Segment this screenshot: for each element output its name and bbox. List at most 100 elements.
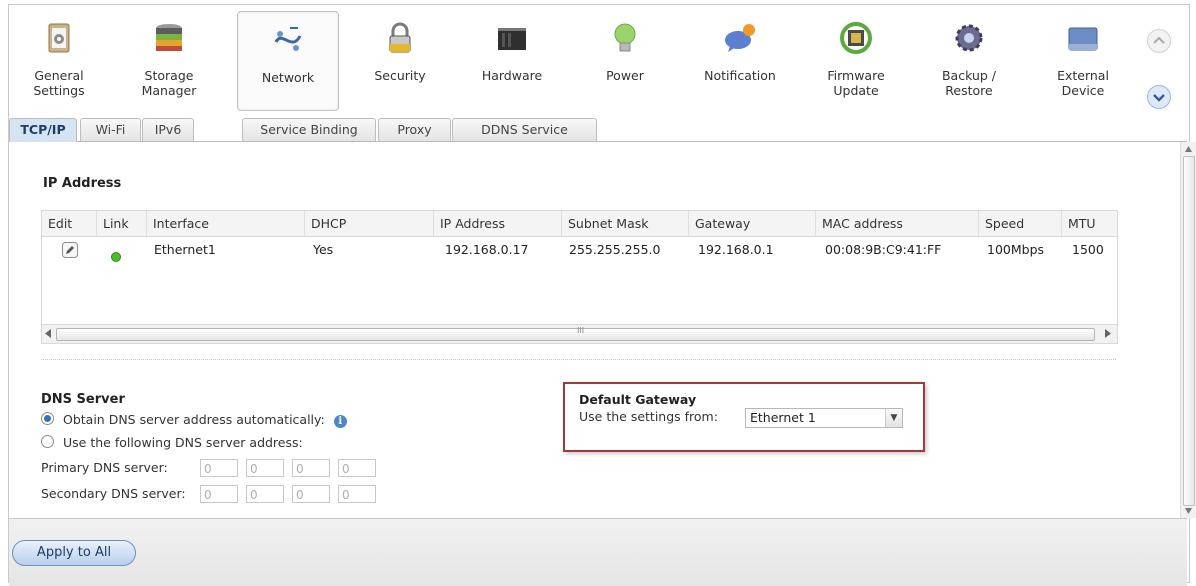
content-vertical-scrollbar[interactable] xyxy=(1180,142,1196,518)
toolbar-security[interactable]: Security xyxy=(350,10,450,110)
scroll-left-icon[interactable] xyxy=(45,329,52,338)
secondary-dns-octet-4[interactable]: 0 xyxy=(338,485,376,503)
dns-auto-radio[interactable] xyxy=(41,412,54,425)
external-device-icon xyxy=(1068,27,1098,51)
dns-manual-label: Use the following DNS server address: xyxy=(63,435,303,450)
scroll-down-icon[interactable] xyxy=(1185,508,1192,514)
toolbar-external-device[interactable]: External Device xyxy=(1033,10,1133,110)
edit-button[interactable] xyxy=(62,242,78,258)
dhcp-cell: Yes xyxy=(313,242,334,257)
toolbar-hardware[interactable]: Hardware xyxy=(462,10,562,110)
column-header[interactable]: MAC address xyxy=(816,211,979,236)
toolbar-power[interactable]: Power xyxy=(575,10,675,110)
ip-address-heading: IP Address xyxy=(43,176,122,191)
power-bulb-icon xyxy=(614,23,636,52)
dns-manual-option[interactable]: Use the following DNS server address: xyxy=(41,434,303,452)
column-header[interactable]: Interface xyxy=(147,211,305,236)
dns-manual-radio[interactable] xyxy=(41,435,54,448)
gateway-source-value: Ethernet 1 xyxy=(750,410,816,425)
network-icon xyxy=(274,27,302,51)
firmware-update-icon xyxy=(840,22,872,54)
tab-ddns-service[interactable]: DDNS Service xyxy=(452,118,597,141)
scroll-right-icon[interactable] xyxy=(1105,329,1112,338)
hardware-icon xyxy=(498,28,526,50)
column-header[interactable]: DHCP xyxy=(305,211,434,236)
toolbar-backup-restore[interactable]: Backup / Restore xyxy=(919,10,1019,110)
interface-table: Edit Link Interface DHCP IP Address Subn… xyxy=(41,210,1118,344)
chevron-up-icon xyxy=(1153,36,1165,44)
toolbar-label: General Settings xyxy=(33,68,85,98)
subnet-mask-cell: 255.255.255.0 xyxy=(569,242,661,257)
security-lock-icon xyxy=(389,22,411,53)
link-status-icon xyxy=(111,245,121,262)
chevron-down-icon[interactable]: ▼ xyxy=(885,409,902,427)
secondary-dns-octet-3[interactable]: 0 xyxy=(292,485,330,503)
dns-server-heading: DNS Server xyxy=(41,392,125,407)
dns-auto-label: Obtain DNS server address automatically: xyxy=(63,412,325,427)
toolbar-label: Firmware Update xyxy=(827,68,885,98)
tab-proxy[interactable]: Proxy xyxy=(378,118,451,141)
toolbar-firmware-update[interactable]: Firmware Update xyxy=(806,10,906,110)
toolbar-notification[interactable]: Notification xyxy=(690,10,790,110)
storage-manager-icon xyxy=(156,24,182,51)
table-row: Ethernet1 Yes 192.168.0.17 255.255.255.0… xyxy=(42,237,1117,263)
edit-pencil-icon xyxy=(62,242,78,258)
primary-dns-octet-1[interactable]: 0 xyxy=(200,459,238,477)
general-settings-icon xyxy=(48,23,70,53)
section-divider xyxy=(41,359,1116,360)
toolbar-label: Network xyxy=(261,70,315,85)
scroll-grip: III xyxy=(577,326,585,335)
column-header[interactable]: IP Address xyxy=(434,211,562,236)
toolbar-label: Hardware xyxy=(481,68,543,83)
tcp-ip-panel: IP Address Edit Link Interface DHCP IP A… xyxy=(9,142,1179,518)
toolbar-label: Storage Manager xyxy=(141,68,197,98)
gateway-source-label: Use the settings from: xyxy=(579,409,718,424)
column-header[interactable]: Edit xyxy=(42,211,97,236)
toolbar-general-settings[interactable]: General Settings xyxy=(9,10,109,110)
notification-icon xyxy=(725,24,755,52)
tab-wi-fi[interactable]: Wi-Fi xyxy=(80,118,141,141)
column-header[interactable]: Speed xyxy=(979,211,1062,236)
secondary-dns-octet-1[interactable]: 0 xyxy=(200,485,238,503)
toolbar-scroll-down-button[interactable] xyxy=(1147,85,1171,109)
chevron-down-icon xyxy=(1153,94,1165,102)
apply-to-all-button[interactable]: Apply to All xyxy=(12,540,136,566)
gateway-cell: 192.168.0.1 xyxy=(698,242,774,257)
interface-cell: Ethernet1 xyxy=(154,242,216,257)
primary-dns-label: Primary DNS server: xyxy=(41,460,168,475)
toolbar-label: External Device xyxy=(1057,68,1109,98)
top-toolbar: General Settings Storage Manager Network… xyxy=(9,5,1187,117)
tab-service-binding[interactable]: Service Binding xyxy=(242,118,376,141)
ip-address-cell: 192.168.0.17 xyxy=(445,242,529,257)
backup-restore-icon xyxy=(955,24,983,52)
table-horizontal-scrollbar[interactable]: III xyxy=(42,324,1117,343)
table-header: Edit Link Interface DHCP IP Address Subn… xyxy=(42,211,1117,237)
info-icon[interactable]: i xyxy=(333,415,347,428)
toolbar-scroll-up-button[interactable] xyxy=(1147,29,1171,53)
scrollbar-thumb[interactable]: III xyxy=(56,326,1095,341)
default-gateway-panel: Default Gateway Use the settings from: E… xyxy=(563,382,925,452)
gateway-source-select[interactable]: Ethernet 1 ▼ xyxy=(745,408,903,428)
secondary-dns-label: Secondary DNS server: xyxy=(41,486,186,501)
default-gateway-heading: Default Gateway xyxy=(579,392,697,407)
mac-address-cell: 00:08:9B:C9:41:FF xyxy=(825,242,942,257)
tab-tcp-ip[interactable]: TCP/IP xyxy=(9,118,77,142)
primary-dns-octet-2[interactable]: 0 xyxy=(246,459,284,477)
secondary-dns-octet-2[interactable]: 0 xyxy=(246,485,284,503)
primary-dns-octet-3[interactable]: 0 xyxy=(292,459,330,477)
scroll-up-icon[interactable] xyxy=(1185,146,1192,152)
toolbar-label: Security xyxy=(374,68,426,83)
tab-ipv6[interactable]: IPv6 xyxy=(142,118,194,141)
column-header[interactable]: Link xyxy=(97,211,147,236)
primary-dns-octet-4[interactable]: 0 xyxy=(338,459,376,477)
mtu-cell: 1500 xyxy=(1072,242,1104,257)
toolbar-storage-manager[interactable]: Storage Manager xyxy=(119,10,219,110)
dns-auto-option[interactable]: Obtain DNS server address automatically:… xyxy=(41,411,347,429)
scrollbar-thumb[interactable] xyxy=(1183,156,1195,506)
tab-bar: TCP/IP Wi-Fi IPv6 Service Binding Proxy … xyxy=(9,117,1187,142)
column-header[interactable]: MTU xyxy=(1062,211,1117,236)
toolbar-network[interactable]: Network xyxy=(237,11,339,111)
column-header[interactable]: Subnet Mask xyxy=(562,211,689,236)
toolbar-label: Notification xyxy=(704,68,776,83)
column-header[interactable]: Gateway xyxy=(689,211,816,236)
